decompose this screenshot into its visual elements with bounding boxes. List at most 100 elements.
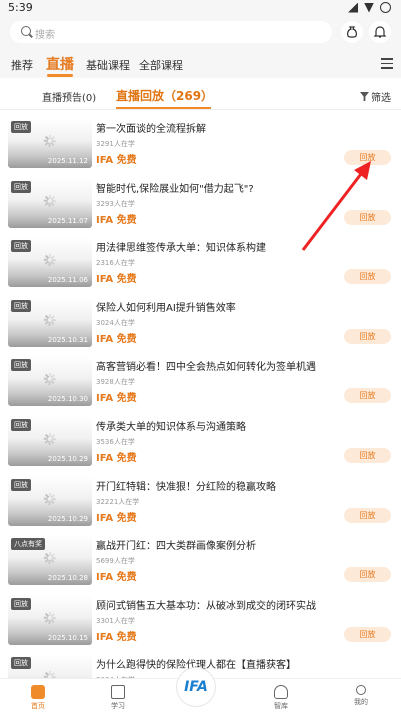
replay-button[interactable]: 回放 [344, 507, 391, 523]
price-tag: IFA 免费 [96, 512, 137, 524]
tab-live[interactable]: 直播 [46, 54, 74, 74]
list-item[interactable]: 回放 2025.11.06 用法律思维签传承大单：知识体系构建 2316人在学 IFA … [0, 231, 401, 291]
loading-spinner-icon [43, 433, 56, 445]
video-title[interactable]: 赢战开门红：四大类群画像案例分析 [96, 537, 256, 552]
search-input[interactable]: 搜索 [10, 21, 332, 43]
video-thumbnail[interactable]: 回放 2025.10.15 [8, 594, 92, 645]
video-thumbnail[interactable]: 回放 2025.11.12 [8, 118, 92, 168]
money-bag-icon [347, 26, 357, 38]
loading-spinner-icon [43, 552, 56, 565]
video-thumbnail[interactable]: 八点有奖 2025.10.28 [8, 535, 92, 586]
video-date: 2025.10.15 [47, 633, 88, 642]
price-tag: IFA 免费 [96, 453, 137, 464]
video-date: 2025.10.29 [47, 514, 88, 523]
signal-icon [364, 2, 374, 13]
video-thumbnail[interactable]: 回放 2025.10.30 [8, 356, 92, 407]
list-item[interactable]: 回放 2025.10.31 保险人如何利用AI提升销售效率 3024人在学 IFA 免费… [0, 291, 401, 351]
status-bar: 5:39 [0, 0, 401, 16]
price-tag: IFA 免费 [96, 631, 137, 643]
replay-badge: 回放 [11, 240, 31, 253]
nav-think-label: 智库 [274, 702, 288, 710]
list-item[interactable]: 回放 2025.10.15 顾问式销售五大基本功：从破冰到成交的闭环实战 3301人在… [0, 589, 401, 649]
replay-button[interactable]: 回放 [344, 328, 391, 344]
wifi-icon [348, 2, 358, 13]
video-thumbnail[interactable]: 回放 2025.11.06 [8, 237, 92, 288]
replay-badge: 回放 [11, 419, 31, 431]
replay-button[interactable]: 回放 [344, 388, 391, 404]
video-thumbnail[interactable]: 回放 2025.10.29 [8, 416, 92, 466]
viewer-count: 3301人在学 [96, 616, 135, 625]
tab-basic-courses[interactable]: 基础课程 [86, 57, 130, 73]
video-thumbnail[interactable]: 回放 2025.10.29 [8, 475, 92, 526]
video-date: 2025.10.31 [47, 335, 88, 344]
subtabs: 直播预告(0) 直播回放（269） 筛选 [0, 80, 401, 110]
replay-button[interactable]: 回放 [344, 269, 391, 285]
replay-button[interactable]: 回放 [344, 209, 391, 225]
battery-icon [380, 2, 391, 13]
loading-spinner-icon [43, 611, 56, 624]
header: 搜索 推荐 直播 基础课程 全部课程 [0, 16, 401, 78]
bottom-nav: 首页 学习 IFA 智库 我的 [0, 667, 401, 714]
video-title[interactable]: 智能时代,保险展业如何"借力起飞"? [96, 180, 254, 195]
viewer-count: 5699人在学 [96, 557, 135, 566]
filter-button[interactable]: 筛选 [360, 89, 391, 104]
video-title[interactable]: 开门红特辑：快准狠！分红险的稳赢攻略 [96, 478, 276, 493]
menu-icon[interactable] [381, 58, 393, 69]
loading-spinner-icon [43, 254, 56, 267]
video-title[interactable]: 顾问式销售五大基本功：从破冰到成交的闭环实战 [96, 597, 316, 612]
list-item[interactable]: 回放 2025.10.29 开门红特辑：快准狠！分红险的稳赢攻略 32221人在学 IF… [0, 470, 401, 530]
price-tag: IFA 免费 [96, 274, 137, 286]
video-date: 2025.10.28 [47, 574, 88, 583]
replay-button[interactable]: 回放 [344, 626, 391, 642]
subtab-replay[interactable]: 直播回放（269） [116, 87, 213, 104]
nav-study[interactable]: 学习 [98, 685, 138, 711]
video-date: 2025.11.06 [47, 276, 88, 285]
video-date: 2025.10.30 [47, 395, 88, 404]
replay-button[interactable]: 回放 [344, 448, 391, 463]
nav-mine[interactable]: 我的 [341, 685, 381, 707]
replay-badge: 回放 [11, 299, 31, 312]
video-date: 2025.11.12 [47, 157, 88, 165]
replay-button[interactable]: 回放 [344, 567, 391, 583]
tab-recommend[interactable]: 推荐 [11, 57, 33, 73]
video-thumbnail[interactable]: 回放 2025.10.31 [8, 296, 92, 347]
subtab-replay-underline [116, 107, 211, 109]
tab-all-courses[interactable]: 全部课程 [139, 57, 183, 73]
video-title[interactable]: 保险人如何利用AI提升销售效率 [96, 299, 236, 314]
list-item[interactable]: 回放 2025.11.07 智能时代,保险展业如何"借力起飞"? 3293人在学 IFA… [0, 172, 401, 232]
video-title[interactable]: 高客营销必看！四中全会热点如何转化为签单机遇 [96, 358, 316, 373]
price-tag: IFA 免费 [96, 214, 137, 226]
video-title[interactable]: 用法律思维签传承大单：知识体系构建 [96, 239, 266, 254]
center-logo-button[interactable]: IFA [176, 667, 216, 707]
price-tag: IFA 免费 [96, 572, 137, 584]
viewer-count: 2316人在学 [96, 259, 135, 268]
nav-home-label: 首页 [31, 702, 45, 710]
nav-mine-label: 我的 [354, 698, 368, 706]
list-item[interactable]: 回放 2025.10.29 传承类大单的知识体系与沟通策略 3536人在学 IFA 免费… [0, 410, 401, 470]
list-item[interactable]: 回放 2025.10.30 高客营销必看！四中全会热点如何转化为签单机遇 3928人在… [0, 350, 401, 410]
replay-button[interactable]: 回放 [344, 150, 391, 165]
filter-icon [360, 92, 369, 101]
nav-think[interactable]: 智库 [261, 685, 301, 711]
category-tabs: 推荐 直播 基础课程 全部课程 [0, 52, 401, 77]
price-tag: IFA 免费 [96, 393, 137, 405]
wallet-button[interactable] [341, 21, 363, 43]
notification-button[interactable] [369, 21, 391, 43]
subtab-preview[interactable]: 直播预告(0) [42, 89, 96, 104]
list-item[interactable]: 八点有奖 2025.10.28 赢战开门红：四大类群画像案例分析 5699人在学 IFA… [0, 529, 401, 589]
video-date: 2025.10.29 [47, 455, 88, 463]
video-thumbnail[interactable]: 回放 2025.11.07 [8, 177, 92, 228]
video-date: 2025.11.07 [47, 216, 88, 225]
tab-live-underline [47, 74, 73, 77]
price-tag: IFA 免费 [96, 155, 137, 166]
list-item[interactable]: 回放 2025.11.12 第一次面谈的全流程拆解 3291人在学 IFA 免费 回放 [0, 112, 401, 172]
replay-badge: 回放 [11, 657, 31, 670]
video-title[interactable]: 传承类大单的知识体系与沟通策略 [96, 418, 246, 433]
bell-icon [373, 26, 387, 38]
replay-badge: 回放 [11, 359, 31, 372]
video-title[interactable]: 第一次面谈的全流程拆解 [96, 120, 206, 135]
nav-home[interactable]: 首页 [18, 685, 58, 711]
viewer-count: 3024人在学 [96, 318, 135, 327]
replay-badge: 回放 [11, 180, 31, 193]
viewer-count: 3928人在学 [96, 378, 135, 387]
